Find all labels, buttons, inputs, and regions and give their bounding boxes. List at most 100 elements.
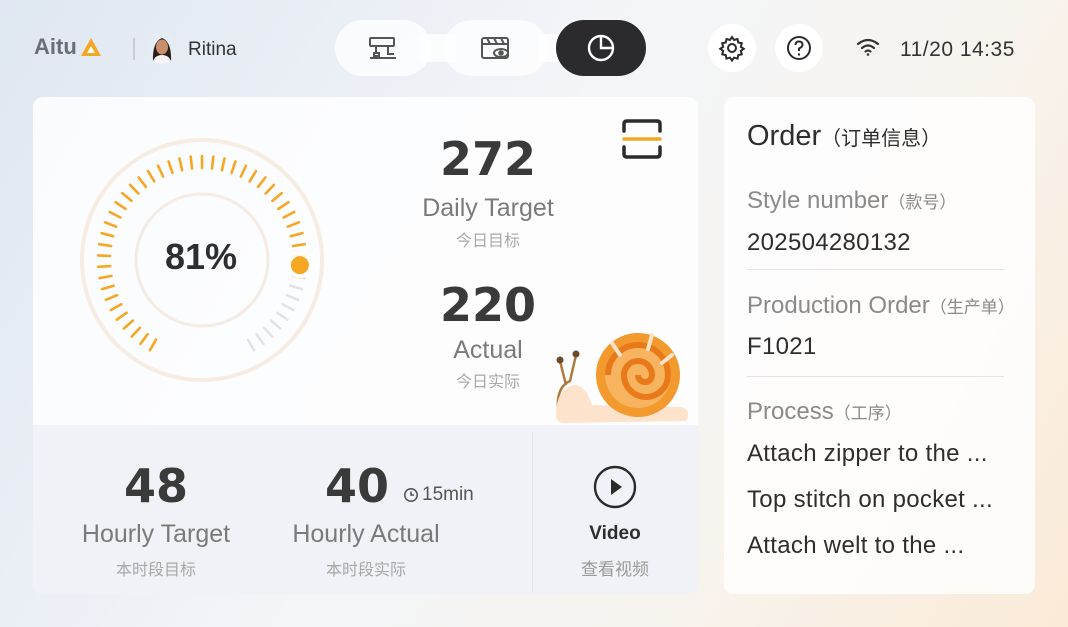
datetime: 11/20 14:35 bbox=[900, 38, 1015, 61]
user-avatar[interactable] bbox=[146, 32, 178, 64]
production-order-value: F1021 bbox=[747, 333, 817, 360]
logo-text: Aitu bbox=[34, 34, 77, 59]
gauge-tick bbox=[146, 169, 156, 183]
play-icon[interactable] bbox=[592, 464, 638, 510]
tab-statistics[interactable] bbox=[556, 20, 646, 76]
gauge-tick bbox=[103, 221, 118, 228]
divider bbox=[747, 269, 1004, 270]
video-label-cn: 查看视频 bbox=[581, 560, 649, 579]
process-item[interactable]: Top stitch on pocket ... bbox=[747, 486, 993, 514]
gauge-tick bbox=[98, 274, 113, 280]
production-label-cn: （生产单） bbox=[929, 298, 1015, 317]
order-title-text: Order bbox=[747, 120, 822, 152]
gauge-knob bbox=[290, 256, 309, 275]
gauge-tick bbox=[178, 157, 184, 172]
gauge-tick bbox=[262, 326, 274, 338]
hourly-target-value: 48 bbox=[123, 459, 188, 513]
gauge-tick bbox=[104, 293, 119, 302]
process-label-cn: （工序） bbox=[833, 404, 902, 423]
gauge-tick bbox=[277, 200, 290, 211]
gauge-tick bbox=[220, 157, 226, 172]
clock-icon bbox=[404, 488, 418, 502]
gauge-tick bbox=[97, 242, 113, 248]
gauge-tick bbox=[189, 155, 194, 170]
production-order-label: Production Order（生产单） bbox=[747, 292, 1015, 320]
gauge-tick bbox=[248, 169, 258, 183]
gauge-tick bbox=[156, 164, 165, 178]
gauge-tick bbox=[128, 183, 140, 195]
progress-percent: 81% bbox=[164, 236, 238, 277]
video-button[interactable]: Video bbox=[540, 523, 690, 545]
hourly-actual-label: Hourly Actual bbox=[292, 520, 440, 548]
order-title: Order（订单信息） bbox=[747, 120, 941, 153]
gauge-tick bbox=[281, 302, 295, 312]
video-board-icon bbox=[481, 37, 509, 59]
tab-machine[interactable] bbox=[335, 20, 431, 76]
daily-target-label-cn: 今日目标 bbox=[455, 233, 520, 250]
gauge-tick bbox=[122, 319, 135, 330]
gauge-tick bbox=[137, 176, 148, 189]
gauge-tick bbox=[276, 311, 289, 321]
app-logo: Aitu bbox=[34, 34, 102, 60]
gauge-tick bbox=[285, 293, 300, 302]
divider bbox=[747, 376, 1004, 377]
gauge-tick bbox=[108, 210, 122, 219]
process-item[interactable]: Attach welt to the ... bbox=[747, 532, 964, 560]
gauge-tick bbox=[289, 284, 304, 291]
gauge-tick bbox=[115, 311, 128, 321]
gauge-tick bbox=[271, 191, 283, 203]
style-number-label: Style number（款号） bbox=[747, 187, 956, 215]
header-divider bbox=[133, 38, 135, 60]
hourly-actual-value: 40 bbox=[324, 459, 389, 513]
gauge-tick bbox=[246, 338, 256, 352]
daily-target-value: 272 bbox=[439, 132, 537, 186]
gauge-tick bbox=[100, 231, 115, 238]
gauge-tick bbox=[256, 176, 267, 189]
snail-illustration bbox=[556, 333, 689, 423]
strip-divider bbox=[532, 432, 533, 592]
help-button[interactable] bbox=[775, 24, 823, 72]
logo-icon bbox=[80, 38, 101, 56]
gauge-tick bbox=[210, 155, 215, 170]
order-title-cn: （订单信息） bbox=[821, 128, 942, 150]
gauge-tick bbox=[139, 332, 149, 346]
daily-actual-value: 220 bbox=[439, 278, 537, 332]
gauge-tick bbox=[264, 183, 276, 195]
daily-target-label: Daily Target bbox=[422, 194, 554, 222]
daily-actual-label: Actual bbox=[453, 336, 523, 364]
pie-chart-icon bbox=[587, 34, 615, 62]
gauge-tick bbox=[167, 160, 174, 175]
style-label-text: Style number bbox=[747, 187, 889, 214]
gauge-tick bbox=[121, 191, 133, 203]
gauge-tick bbox=[96, 264, 112, 269]
hourly-target-label: Hourly Target bbox=[81, 520, 231, 548]
gauge-tick bbox=[286, 221, 301, 228]
gauge-tick bbox=[289, 231, 304, 238]
gauge-tick bbox=[239, 164, 248, 178]
gear-icon bbox=[718, 35, 746, 62]
user-name[interactable]: Ritina bbox=[188, 39, 237, 61]
style-number-value: 202504280132 bbox=[747, 229, 911, 256]
settings-button[interactable] bbox=[708, 24, 756, 72]
interval-badge: 15min bbox=[403, 484, 474, 506]
process-item[interactable]: Attach zipper to the ... bbox=[747, 440, 988, 468]
machine-icon bbox=[369, 37, 396, 59]
style-label-cn: （款号） bbox=[888, 193, 957, 212]
hourly-target-label-cn: 本时段目标 bbox=[115, 562, 196, 579]
gauge-tick bbox=[269, 319, 282, 330]
wifi-icon bbox=[856, 38, 880, 56]
gauge-tick bbox=[255, 332, 265, 346]
help-icon bbox=[787, 36, 811, 60]
process-label-text: Process bbox=[747, 398, 834, 425]
gauge-tick bbox=[148, 338, 158, 352]
production-label-text: Production Order bbox=[747, 292, 930, 319]
gauge-tick bbox=[109, 302, 123, 312]
interval-label: 15min bbox=[422, 484, 474, 505]
gauge-tick bbox=[96, 254, 112, 258]
scan-icon[interactable] bbox=[620, 118, 664, 160]
daily-actual-label-cn: 今日实际 bbox=[455, 374, 520, 391]
hourly-actual-label-cn: 本时段实际 bbox=[325, 562, 406, 579]
gauge-tick bbox=[230, 160, 237, 175]
tab-video-board[interactable] bbox=[444, 20, 548, 76]
process-label: Process（工序） bbox=[747, 398, 902, 426]
